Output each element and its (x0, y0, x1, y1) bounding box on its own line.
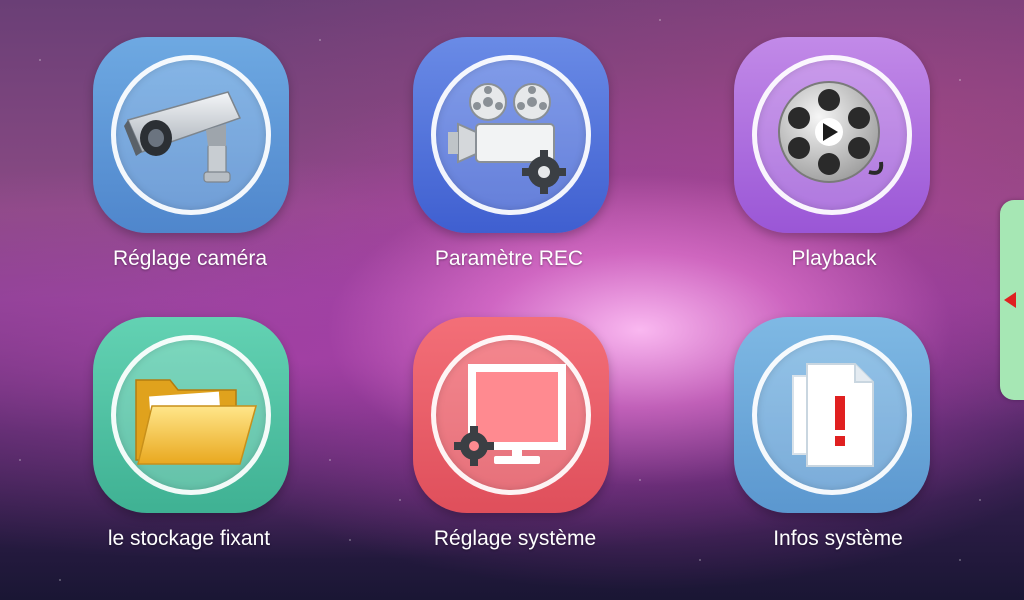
document-alert-icon (792, 363, 874, 467)
playback-label: Playback (791, 247, 877, 270)
camera-settings-tile[interactable] (93, 37, 289, 233)
storage-tile[interactable] (93, 317, 289, 513)
playback-tile[interactable] (734, 37, 930, 233)
icon-ring (431, 55, 591, 215)
folder-icon (135, 379, 257, 465)
film-reel-play-icon (778, 81, 884, 183)
security-camera-icon (124, 91, 242, 183)
side-drawer-tab[interactable] (1000, 200, 1024, 400)
icon-ring (752, 55, 912, 215)
system-info-label: Infos système (773, 527, 903, 550)
icon-ring (431, 335, 591, 495)
monitor-gear-icon (454, 364, 566, 466)
icon-ring (111, 335, 271, 495)
system-info-tile[interactable] (734, 317, 930, 513)
storage-label: le stockage fixant (107, 527, 271, 550)
rec-parameters-tile[interactable] (413, 37, 609, 233)
rec-parameters-label: Paramètre REC (434, 247, 584, 270)
icon-ring (111, 55, 271, 215)
movie-camera-gear-icon (448, 83, 566, 194)
system-settings-label: Réglage système (433, 527, 597, 550)
system-settings-tile[interactable] (413, 317, 609, 513)
camera-settings-label: Réglage caméra (112, 247, 268, 270)
arrow-left-icon (1004, 292, 1016, 308)
icon-ring (752, 335, 912, 495)
